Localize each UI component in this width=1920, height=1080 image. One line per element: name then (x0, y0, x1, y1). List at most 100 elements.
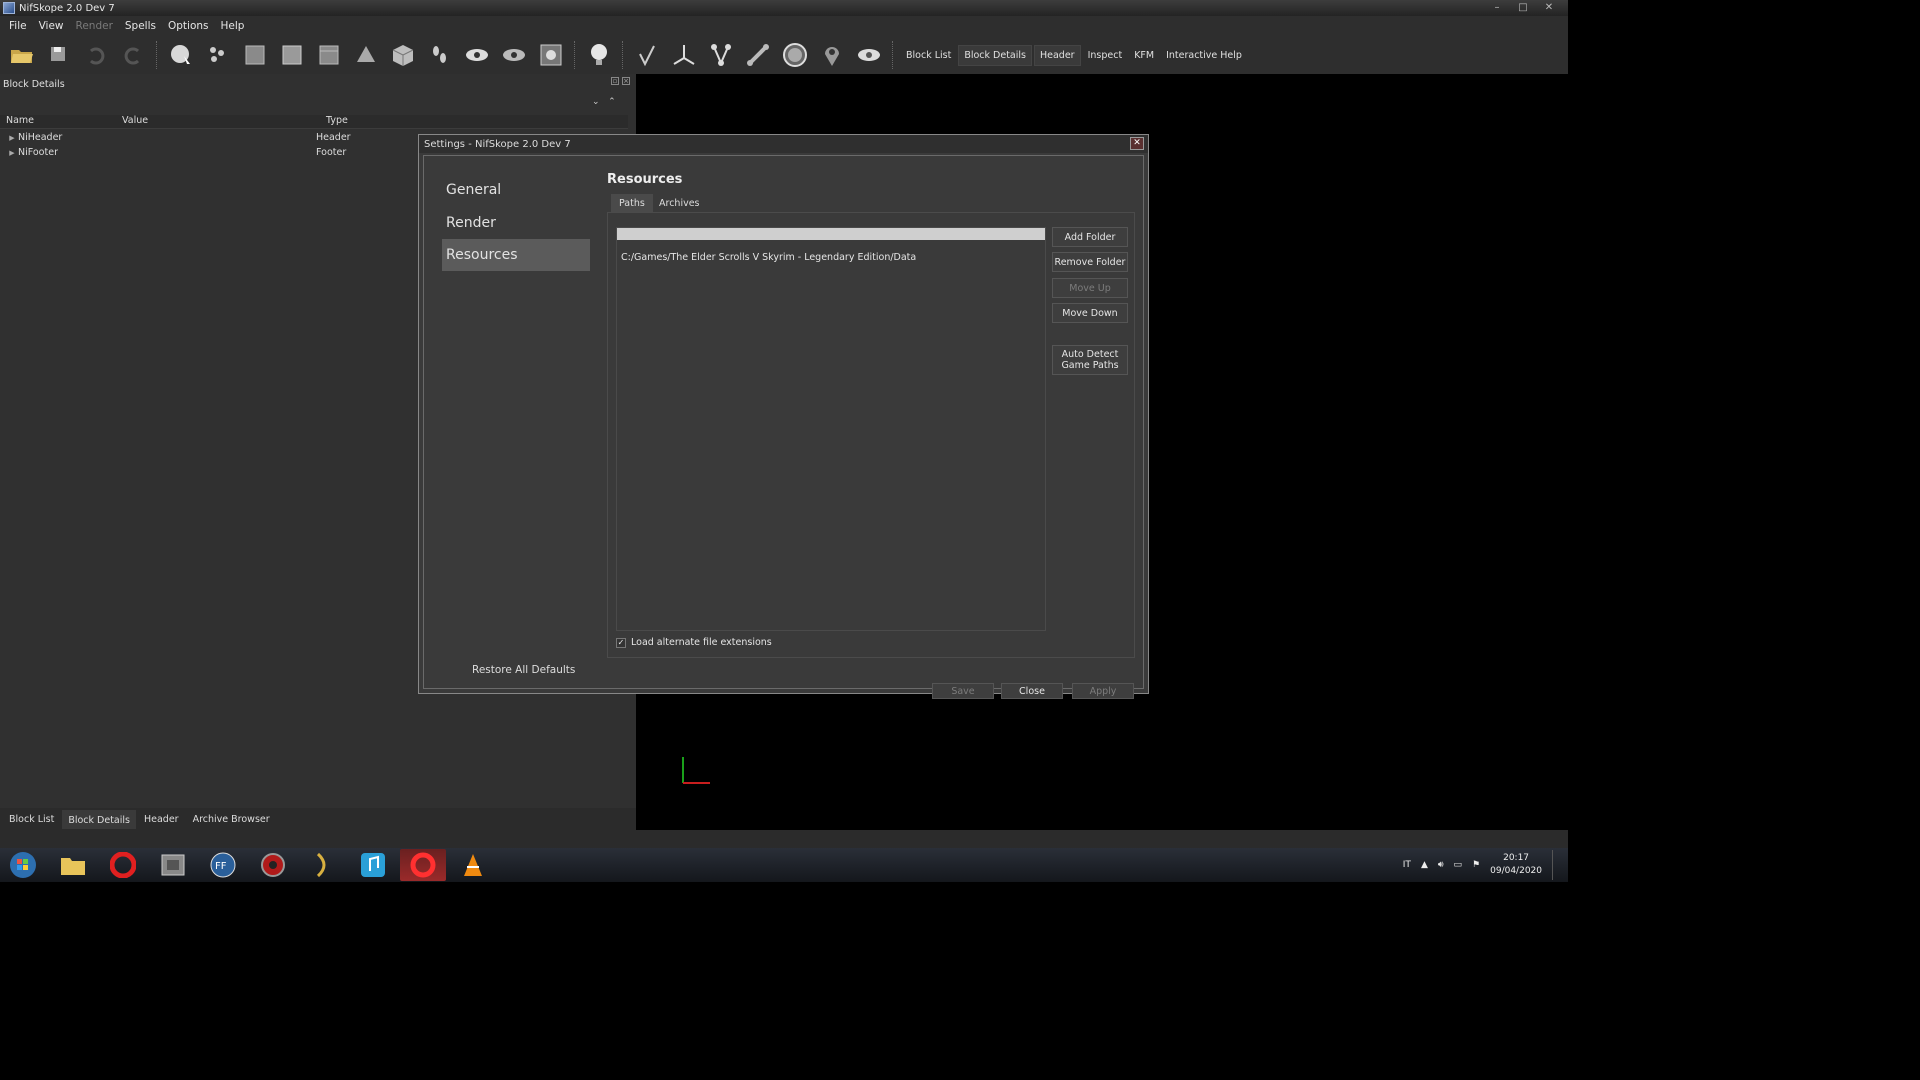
taskbar-explorer[interactable] (50, 849, 96, 881)
clock-date: 09/04/2020 (1490, 866, 1542, 876)
undo-button[interactable] (80, 39, 112, 71)
flag-icon[interactable]: ⚑ (1472, 860, 1480, 870)
nav-render[interactable]: Render (442, 207, 590, 239)
eye-hidden-icon (858, 49, 880, 61)
path-edit-field[interactable] (617, 228, 1045, 240)
bottom-tab-header[interactable]: Header (138, 811, 185, 828)
network-icon[interactable]: ▭ (1454, 860, 1463, 870)
clock[interactable]: 20:17 09/04/2020 (1490, 852, 1542, 878)
bottom-tab-block-details[interactable]: Block Details (62, 809, 136, 829)
cube-top-icon (319, 45, 339, 65)
taskbar-music[interactable] (350, 849, 396, 881)
collapse-expand-icon[interactable]: ⌄ ⌃ (592, 97, 616, 107)
taskbar-app-red[interactable] (250, 849, 296, 881)
save-button[interactable]: Save (932, 683, 994, 699)
select-object-button[interactable] (165, 39, 197, 71)
toolbar-tab-block-details[interactable]: Block Details (958, 44, 1032, 66)
tree-header: Name Value Type (0, 115, 628, 129)
tray-expand-icon[interactable]: ▲ (1421, 860, 1428, 870)
minimize-icon[interactable]: – (1484, 1, 1510, 14)
toolbar-separator (892, 41, 895, 69)
dialog-title: Settings - NifSkope 2.0 Dev 7 (424, 138, 571, 150)
close-button[interactable]: Close (1001, 683, 1063, 699)
show-normals-button[interactable] (631, 39, 663, 71)
expand-arrow-icon[interactable]: ▶ (6, 149, 18, 157)
move-up-button[interactable]: Move Up (1052, 278, 1128, 298)
toolbar-tab-interactive-help[interactable]: Interactive Help (1161, 46, 1247, 65)
save-file-button[interactable] (43, 39, 75, 71)
show-desktop-button[interactable] (1552, 850, 1560, 880)
column-name[interactable]: Name (0, 115, 116, 128)
remove-folder-button[interactable]: Remove Folder (1052, 252, 1128, 272)
show-nodes-button[interactable] (498, 39, 530, 71)
show-skeleton-button[interactable] (705, 39, 737, 71)
toolbar-tab-inspect[interactable]: Inspect (1083, 46, 1128, 65)
taskbar-app-dark[interactable] (300, 849, 346, 881)
lighting-button[interactable] (583, 39, 615, 71)
window-titlebar: NifSkope 2.0 Dev 7 – □ ✕ (0, 0, 1568, 16)
show-markers-button[interactable] (816, 39, 848, 71)
taskbar-ffdec[interactable]: FF (200, 849, 246, 881)
restore-defaults-link[interactable]: Restore All Defaults (472, 664, 575, 676)
alt-extensions-checkbox-row[interactable]: ✓ Load alternate file extensions (616, 637, 772, 648)
auto-detect-button[interactable]: Auto Detect Game Paths (1052, 345, 1128, 375)
maximize-icon[interactable]: □ (1510, 1, 1536, 14)
walk-mode-button[interactable] (424, 39, 456, 71)
bottom-tab-archive-browser[interactable]: Archive Browser (187, 811, 276, 828)
alt-extensions-checkbox[interactable]: ✓ (616, 637, 626, 648)
dock-header: Block Details ▫ × (0, 74, 636, 94)
view-side-button[interactable] (276, 39, 308, 71)
toolbar-tab-block-list[interactable]: Block List (901, 46, 956, 65)
nav-general[interactable]: General (442, 174, 590, 206)
taskbar-opera-active[interactable] (400, 849, 446, 881)
taskbar-media-app[interactable] (150, 849, 196, 881)
opera-icon (410, 852, 436, 878)
bottom-tab-block-list[interactable]: Block List (3, 811, 60, 828)
view-front-button[interactable] (239, 39, 271, 71)
screenshot-button[interactable] (535, 39, 567, 71)
menu-render[interactable]: Render (70, 20, 119, 32)
view-perspective-button[interactable] (387, 39, 419, 71)
tab-archives[interactable]: Archives (651, 194, 708, 212)
apply-button[interactable]: Apply (1072, 683, 1134, 699)
column-value[interactable]: Value (116, 115, 320, 128)
select-vertex-button[interactable] (202, 39, 234, 71)
toolbar-tab-header[interactable]: Header (1033, 44, 1081, 66)
list-item[interactable]: C:/Games/The Elder Scrolls V Skyrim - Le… (621, 252, 916, 263)
eye-icon (466, 49, 488, 61)
show-hidden-eye-button[interactable] (853, 39, 885, 71)
close-icon[interactable]: × (622, 77, 630, 85)
menu-options[interactable]: Options (162, 20, 215, 32)
menu-spells[interactable]: Spells (119, 20, 162, 32)
column-type[interactable]: Type (320, 115, 348, 128)
row-name: NiFooter (18, 147, 58, 158)
open-file-button[interactable] (6, 39, 38, 71)
volume-icon[interactable]: 🔊︎ (1438, 860, 1444, 870)
menu-file[interactable]: File (3, 20, 33, 32)
show-collision-button[interactable] (779, 39, 811, 71)
show-bones-button[interactable] (742, 39, 774, 71)
taskbar-opera[interactable] (100, 849, 146, 881)
show-axes-button[interactable] (668, 39, 700, 71)
redo-button[interactable] (117, 39, 149, 71)
float-icon[interactable]: ▫ (611, 77, 619, 85)
view-user-button[interactable] (350, 39, 382, 71)
move-down-button[interactable]: Move Down (1052, 303, 1128, 323)
close-icon[interactable]: ✕ (1536, 1, 1562, 14)
toolbar-tab-kfm[interactable]: KFM (1129, 46, 1159, 65)
paths-list[interactable]: C:/Games/The Elder Scrolls V Skyrim - Le… (616, 227, 1046, 631)
start-button[interactable] (0, 849, 46, 881)
tab-paths[interactable]: Paths (611, 194, 653, 212)
view-top-button[interactable] (313, 39, 345, 71)
show-hidden-button[interactable] (461, 39, 493, 71)
taskbar-vlc[interactable] (450, 849, 496, 881)
menu-view[interactable]: View (33, 20, 70, 32)
menu-help[interactable]: Help (215, 20, 251, 32)
nav-resources[interactable]: Resources (442, 239, 590, 271)
camera-icon (540, 44, 562, 66)
add-folder-button[interactable]: Add Folder (1052, 227, 1128, 247)
language-indicator[interactable]: IT (1403, 860, 1411, 870)
expand-arrow-icon[interactable]: ▶ (6, 134, 18, 142)
dialog-close-icon[interactable]: ✕ (1130, 137, 1144, 150)
skeleton-icon (711, 44, 731, 66)
